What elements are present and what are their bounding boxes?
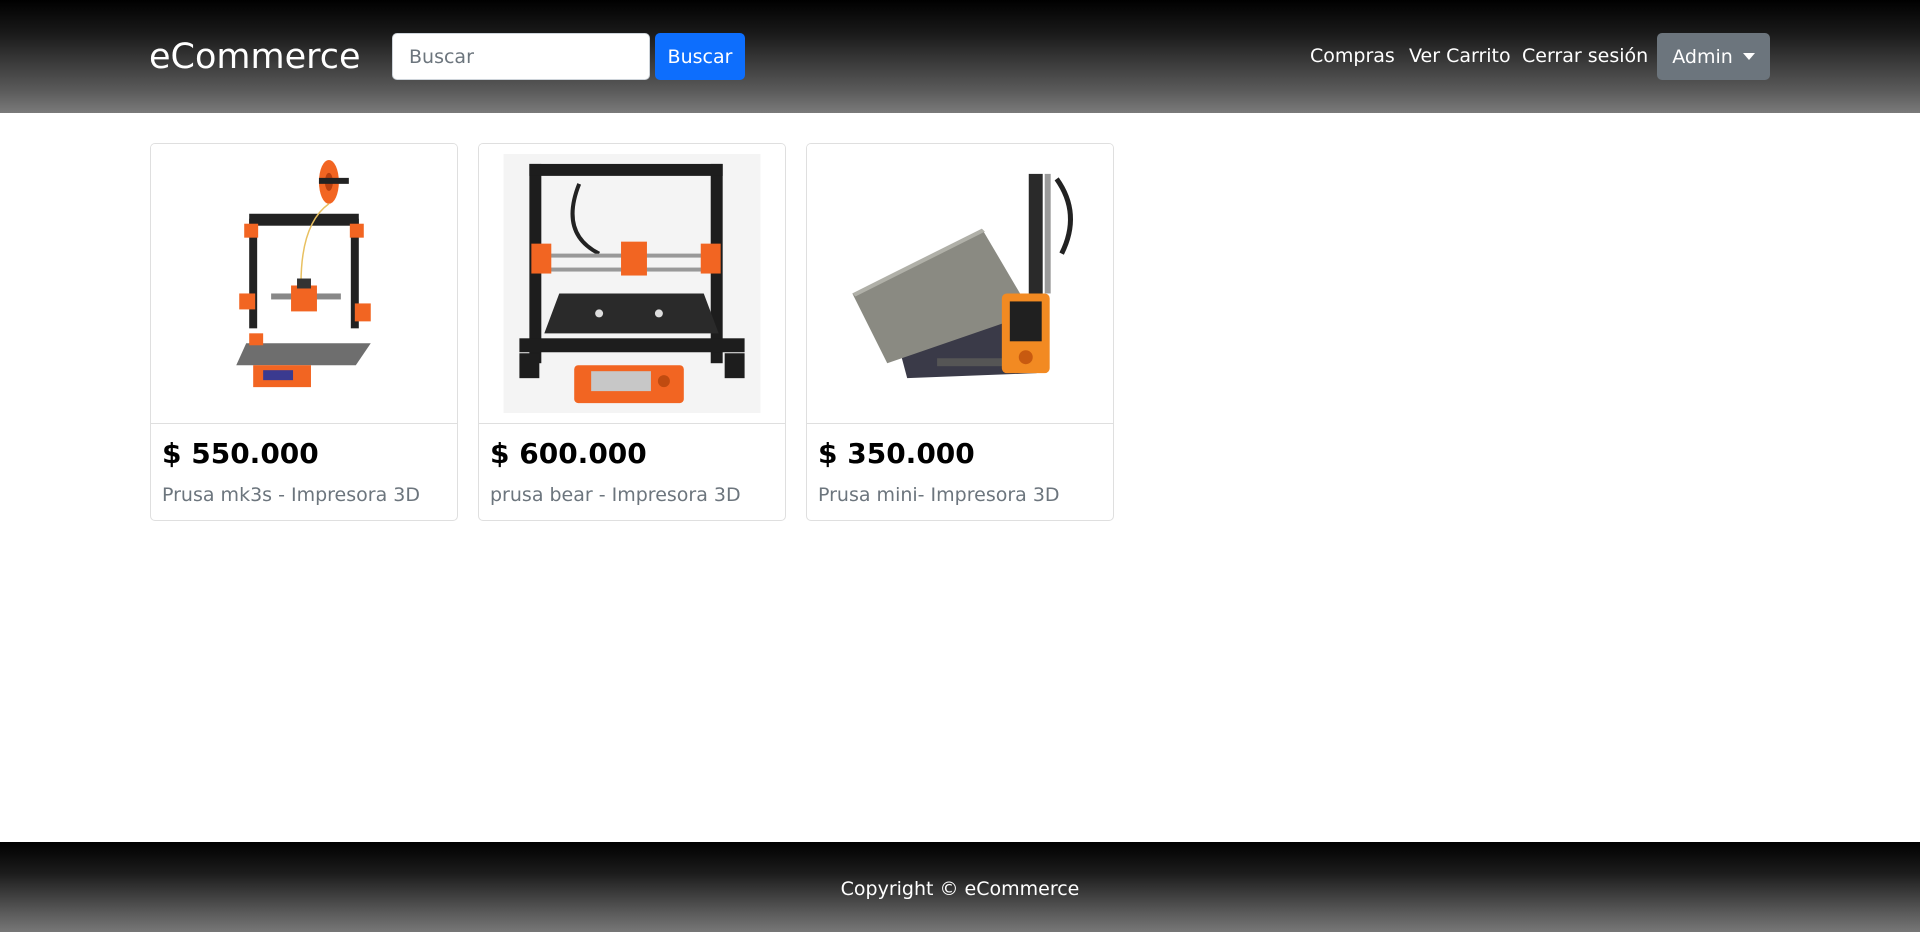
product-card[interactable]: $ 600.000 prusa bear - Impresora 3D [478, 143, 786, 521]
nav-link-compras[interactable]: Compras [1310, 33, 1395, 80]
search-button[interactable]: Buscar [655, 33, 745, 80]
search-input[interactable] [392, 33, 650, 80]
brand-link[interactable]: eCommerce [149, 33, 361, 81]
product-image[interactable] [807, 144, 1113, 424]
product-card[interactable]: $ 350.000 Prusa mini- Impresora 3D [806, 143, 1114, 521]
product-title[interactable]: Prusa mk3s - Impresora 3D [162, 481, 420, 509]
product-card[interactable]: $ 550.000 Prusa mk3s - Impresora 3D [150, 143, 458, 521]
product-price: $ 550.000 [162, 437, 319, 470]
product-image[interactable] [479, 144, 785, 424]
admin-dropdown-button[interactable]: Admin [1657, 33, 1770, 80]
nav-link-ver-carrito[interactable]: Ver Carrito [1409, 33, 1511, 80]
product-title[interactable]: Prusa mini- Impresora 3D [818, 481, 1060, 509]
product-image[interactable] [151, 144, 457, 424]
product-price: $ 350.000 [818, 437, 975, 470]
product-price: $ 600.000 [490, 437, 647, 470]
3d-printer-bear-image [503, 153, 761, 414]
nav-link-cerrar-sesion[interactable]: Cerrar sesión [1522, 33, 1648, 80]
navbar: eCommerce Buscar Compras Ver Carrito Cer… [0, 0, 1920, 113]
admin-dropdown-label: Admin [1672, 45, 1733, 68]
3d-printer-mk3s-image [236, 159, 371, 388]
product-title[interactable]: prusa bear - Impresora 3D [490, 481, 741, 509]
caret-down-icon [1742, 53, 1755, 60]
footer-copyright: Copyright © eCommerce [840, 878, 1080, 900]
footer: Copyright © eCommerce [0, 842, 1920, 932]
3d-printer-mini-image [852, 173, 1073, 379]
